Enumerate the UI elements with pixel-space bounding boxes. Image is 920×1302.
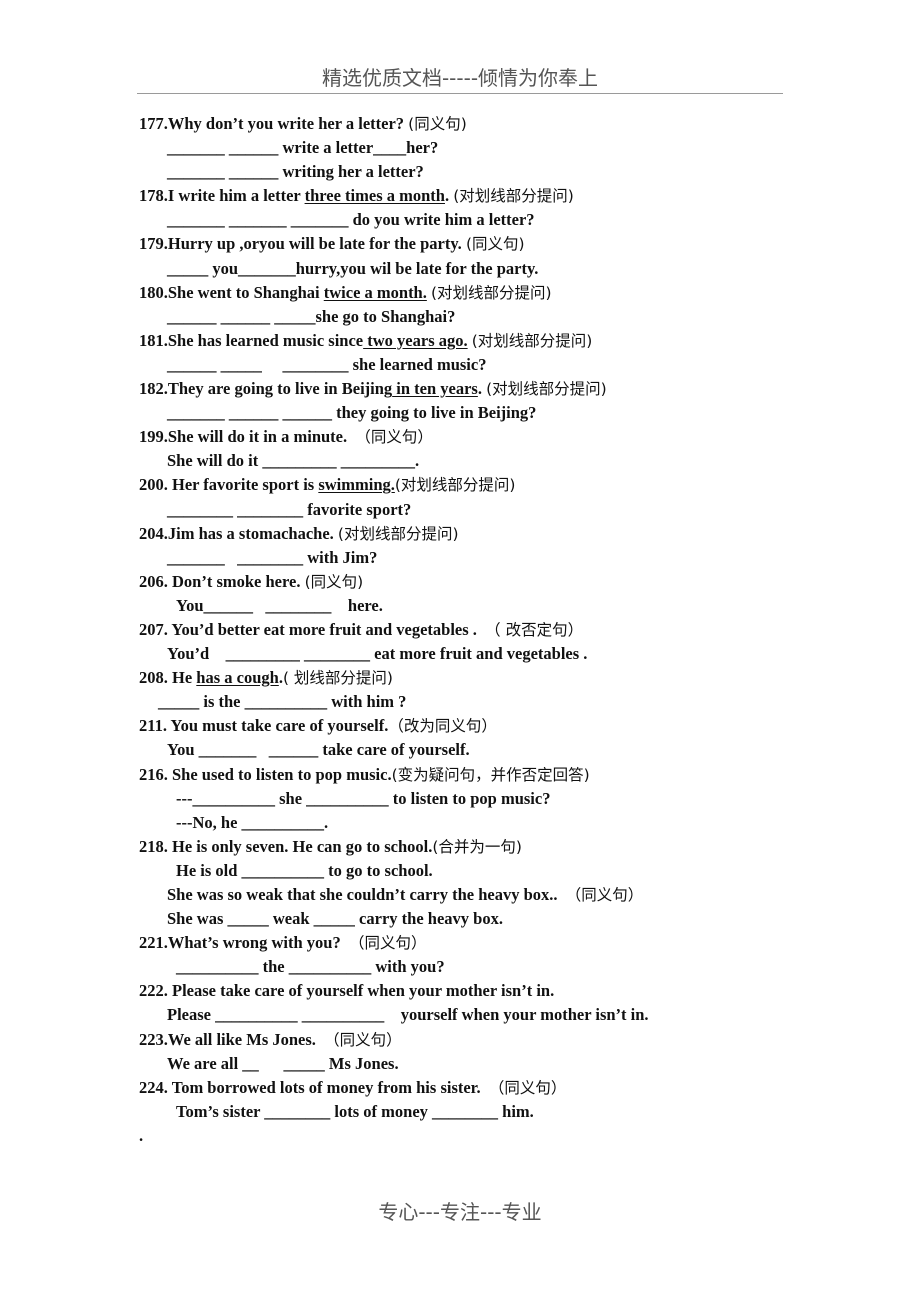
answer-line: _______ _______ _______ do you write him… [167,210,535,230]
prompt-text: 206. Don’t smoke here. [139,571,305,591]
instruction-tag: (同义句) [465,235,525,254]
prompt-text: 200. Her favorite sport is [139,475,319,495]
header-divider [137,93,783,94]
trailing-period: . [139,1125,144,1145]
answer-line: _______ ______ write a letter____her? [167,138,439,158]
prompt-text: She was so weak that she couldn’t carry … [167,885,566,904]
answer-line: _______ ______ ______ they going to live… [167,403,537,423]
question-216-prompt: 216. She used to listen to pop music.(变为… [139,763,799,787]
question-weak-prompt: She was so weak that she couldn’t carry … [139,883,799,907]
answer-line: You______ ________ here. [176,595,383,615]
underlined-phrase: swimming. [318,475,395,495]
question-177-prompt: 177.Why don’t you write her a letter? (同… [139,112,799,136]
prompt-text: 199.She will do it in a minute. [139,427,356,447]
question-218-prompt: 218. He is only seven. He can go to scho… [139,835,799,859]
prompt-text: 181.She has learned music since [139,330,364,350]
prompt-text: . [444,186,454,206]
instruction-tag: (同义句) [304,572,364,591]
instruction-tag: (合并为一句) [432,837,522,856]
question-221-prompt: 221.What’s wrong with you? （同义句） [139,931,799,955]
instruction-tag: （ 改否定句） [485,620,584,639]
answer-line: ---__________ she __________ to listen t… [176,788,551,808]
instruction-tag: (对划线部分提问) [394,476,516,495]
underlined-phrase: has a cough [196,668,279,688]
underlined-phrase: two years ago. [363,330,468,350]
instruction-tag: (对划线部分提问) [430,283,552,302]
answer-line: ---No, he __________. [176,812,329,832]
exercise-list: 177.Why don’t you write her a letter? (同… [139,112,799,1148]
instruction-tag: （同义句） [565,886,644,904]
prompt-text: 218. He is only seven. He can go to scho… [139,836,433,856]
answer-line: __________ the __________ with you? [176,957,445,977]
answer-line: Tom’s sister ________ lots of money ____… [176,1101,534,1121]
question-204-prompt: 204.Jim has a stomachache. (对划线部分提问) [139,522,799,546]
question-199-prompt: 199.She will do it in a minute. （同义句） [139,425,799,449]
answer-line: You’d _________ ________ eat more fruit … [167,644,588,664]
question-207-prompt: 207. You’d better eat more fruit and veg… [139,618,799,642]
prompt-text: 178.I write him a letter [139,186,305,206]
question-181-prompt: 181.She has learned music since two year… [139,329,799,353]
question-179-prompt: 179.Hurry up ,oryou will be late for the… [139,232,799,256]
instruction-tag: (对划线部分提问) [486,380,607,399]
instruction-tag: (变为疑问句，并作否定回答) [391,765,590,784]
prompt-text: 204.Jim has a stomachache. [139,523,338,543]
instruction-tag: (对划线部分提问) [471,331,593,350]
prompt-text: 223.We all like Ms Jones. [139,1029,325,1049]
prompt-text: 224. Tom borrowed lots of money from his… [139,1077,489,1097]
page-header: 精选优质文档-----倾情为你奉上 [321,66,599,90]
instruction-tag: (同义句) [408,115,467,133]
answer-line: ________ ________ favorite sport? [167,499,412,519]
prompt-text: 208. He [139,668,197,688]
underlined-phrase: twice a month. [323,282,427,302]
question-200-prompt: 200. Her favorite sport is swimming.(对划线… [139,473,799,497]
question-224-prompt: 224. Tom borrowed lots of money from his… [139,1076,799,1100]
answer-line: ______ ______ _____she go to Shanghai? [167,306,456,326]
question-178-prompt: 178.I write him a letter three times a m… [139,184,799,208]
question-208-prompt: 208. He has a cough.( 划线部分提问) [139,666,799,690]
answer-line: _______ ______ writing her a letter? [167,162,424,182]
instruction-tag: (对划线部分提问) [453,187,574,206]
answer-line: Please __________ __________ yourself wh… [167,1005,649,1025]
prompt-text: 207. You’d better eat more fruit and veg… [139,619,486,639]
prompt-text: 179.Hurry up ,oryou will be late for the… [139,234,466,254]
answer-line: She was _____ weak _____ carry the heavy… [167,909,503,929]
prompt-text: 182.They are going to live in Beijing [139,379,393,399]
instruction-tag: ( 划线部分提问) [282,669,393,688]
question-182-prompt: 182.They are going to live in Beijing in… [139,377,799,401]
question-206-prompt: 206. Don’t smoke here. (同义句) [139,570,799,594]
answer-line: He is old __________ to go to school. [176,860,433,880]
instruction-tag: （同义句） [324,1030,402,1049]
answer-line: She will do it _________ _________. [167,451,420,471]
answer-line: You _______ ______ take care of yourself… [167,740,470,760]
prompt-text: . [477,379,487,399]
prompt-text: 221.What’s wrong with you? [139,933,349,953]
answer-line: ______ _____ ________ she learned music? [167,354,487,374]
prompt-text: 222. Please take care of yourself when y… [139,981,555,1001]
prompt-text: 177.Why don’t you write her a letter? [139,114,409,133]
instruction-tag: (对划线部分提问) [337,524,459,543]
question-211-prompt: 211. You must take care of yourself.（改为同… [139,714,799,738]
answer-line: We are all __ _____ Ms Jones. [167,1053,399,1073]
question-222-prompt: 222. Please take care of yourself when y… [139,979,799,1003]
question-180-prompt: 180.She went to Shanghai twice a month. … [139,281,799,305]
instruction-tag: （同义句） [355,428,433,447]
prompt-text: 216. She used to listen to pop music. [139,764,392,784]
underlined-phrase: in ten years [392,379,478,399]
prompt-text: 211. You must take care of yourself. [139,716,389,736]
page-footer: 专心---专注---专业 [378,1200,542,1224]
instruction-tag: （同义句） [348,934,427,953]
instruction-tag: （同义句） [488,1078,567,1097]
answer-line: _____ you_______hurry,you wil be late fo… [167,258,539,278]
answer-line: _______ ________ with Jim? [167,547,378,567]
answer-line: _____ is the __________ with him ? [158,692,407,712]
underlined-phrase: three times a month [304,186,445,206]
instruction-tag: （改为同义句） [388,717,497,736]
prompt-text: 180.She went to Shanghai [139,282,324,302]
question-223-prompt: 223.We all like Ms Jones. （同义句） [139,1028,799,1052]
